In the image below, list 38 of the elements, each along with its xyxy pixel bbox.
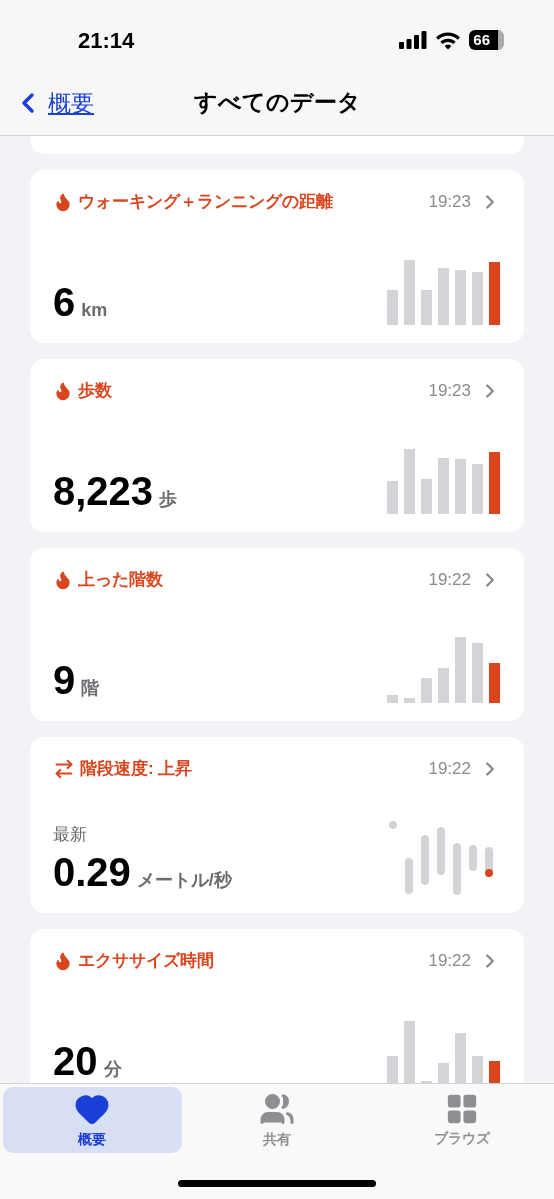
page-title: すべてのデータ [193,88,361,118]
data-card[interactable]: 上った階数 19:22 9 階 [30,548,524,721]
card-title: 上った階数 [78,569,163,591]
card-time: 19:22 [428,569,471,591]
battery-indicator: 66 [469,30,504,50]
flame-icon [53,569,73,590]
card-value: 0.29 [53,849,131,895]
card-value: 6 [53,279,76,325]
card-time: 19:22 [428,950,471,972]
card-unit: メートル/秒 [136,869,232,892]
card-unit: 階 [81,677,100,700]
card-unit: km [81,299,108,322]
card-title: ウォーキング＋ランニングの距離 [78,191,333,213]
card-time: 19:23 [428,380,471,402]
back-button[interactable]: 概要 [12,86,94,121]
tab[interactable]: 概要 [3,1087,182,1153]
card-value: 20 [53,1038,98,1083]
card-unit: 分 [103,1058,122,1081]
clock: 21:14 [78,26,135,55]
data-card[interactable]: ウォーキング＋ランニングの距離 19:23 6 km [30,170,524,343]
wifi-icon [435,30,462,50]
data-card[interactable]: 歩数 19:23 8,223 歩 [30,359,524,532]
flame-icon [53,950,73,971]
card-time: 19:23 [428,191,471,213]
data-card[interactable]: 階段速度: 上昇 19:22 最新 0.29 メートル/秒 [30,737,524,913]
flame-icon [53,191,73,212]
arrows-icon [53,757,75,780]
latest-label: 最新 [53,823,88,846]
flame-icon [53,380,73,401]
data-card[interactable]: エクササイズ時間 19:22 20 分 [30,929,524,1083]
card-unit: 歩 [159,488,178,511]
card-value: 8,223 [53,468,154,514]
card-title: エクササイズ時間 [78,950,214,972]
card-title: 階段速度: 上昇 [80,758,193,780]
signal-icon [399,31,428,49]
card-value: 9 [53,657,76,703]
card-title: 歩数 [78,380,112,402]
card-time: 19:22 [428,758,471,780]
